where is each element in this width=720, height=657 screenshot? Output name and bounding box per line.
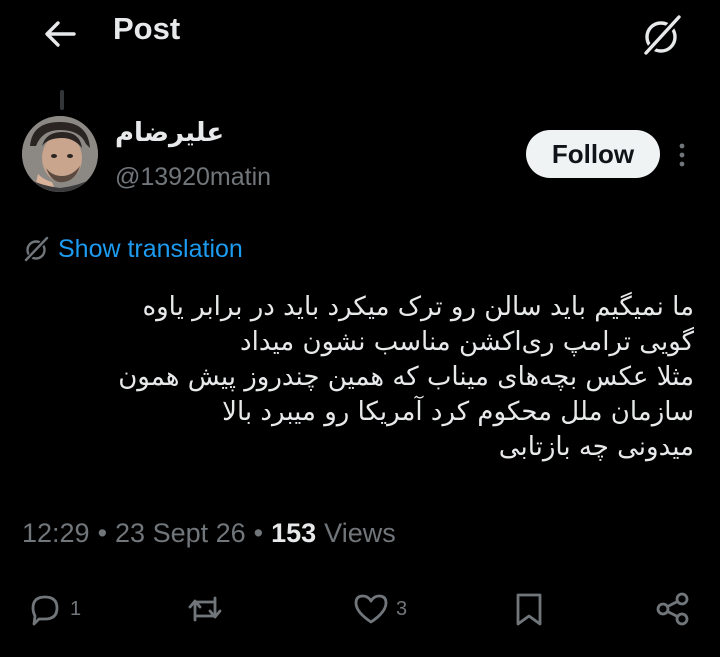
views-label[interactable]: Views: [324, 518, 396, 549]
tweet-line: میدونی چه بازتابی: [498, 432, 694, 462]
post-time[interactable]: 12:29: [22, 518, 90, 549]
like-icon: [354, 594, 388, 624]
back-arrow-icon[interactable]: [40, 14, 80, 54]
reply-button[interactable]: 1: [26, 584, 81, 634]
like-button[interactable]: 3: [352, 584, 407, 634]
top-bar: Post: [0, 0, 720, 66]
grok-icon[interactable]: [638, 12, 684, 58]
translate-icon: [24, 236, 49, 262]
separator: •: [97, 518, 108, 548]
bookmark-icon: [516, 593, 542, 626]
reply-count: 1: [70, 597, 82, 620]
show-translation-link[interactable]: Show translation: [22, 232, 243, 266]
reply-icon: [31, 595, 59, 626]
tweet-line: ما نمیگیم باید سالن رو ترک میکرد باید در…: [142, 292, 695, 322]
show-translation-label: Show translation: [58, 234, 243, 263]
bookmark-button[interactable]: [510, 584, 548, 634]
repost-button[interactable]: [186, 584, 230, 634]
share-icon: [656, 592, 689, 626]
tweet-text: ما نمیگیم باید سالن رو ترک میکرد باید در…: [22, 290, 694, 465]
share-button[interactable]: [654, 584, 692, 634]
tweet-line: سازمان ملل محکوم کرد آمریکا رو میبرد بال…: [222, 397, 694, 427]
views-count[interactable]: 153: [271, 518, 316, 549]
like-count: 3: [396, 597, 408, 620]
post-date[interactable]: 23 Sept 26: [115, 518, 246, 549]
tweet-line: مثلا عکس بچه‌های میناب که همین چندروز پی…: [118, 362, 694, 392]
tweet-line: گویی ترامپ ری‌اکشن مناسب نشون میداد: [240, 327, 694, 357]
more-icon[interactable]: [670, 138, 694, 172]
thread-connector-line: [60, 90, 64, 110]
post-metadata: 12:29 • 23 Sept 26 • 153 Views: [22, 518, 396, 549]
post-page: Post علیرضام @13920matin Follow Show tra…: [0, 0, 720, 657]
display-name[interactable]: علیرضام: [115, 118, 224, 148]
avatar[interactable]: [22, 116, 98, 192]
avatar-photo: [22, 116, 98, 192]
user-handle[interactable]: @13920matin: [115, 163, 271, 192]
follow-button[interactable]: Follow: [526, 130, 660, 178]
separator: •: [253, 518, 264, 548]
action-bar: 1 3: [0, 584, 720, 634]
page-title: Post: [113, 11, 181, 46]
repost-icon: [188, 596, 222, 622]
